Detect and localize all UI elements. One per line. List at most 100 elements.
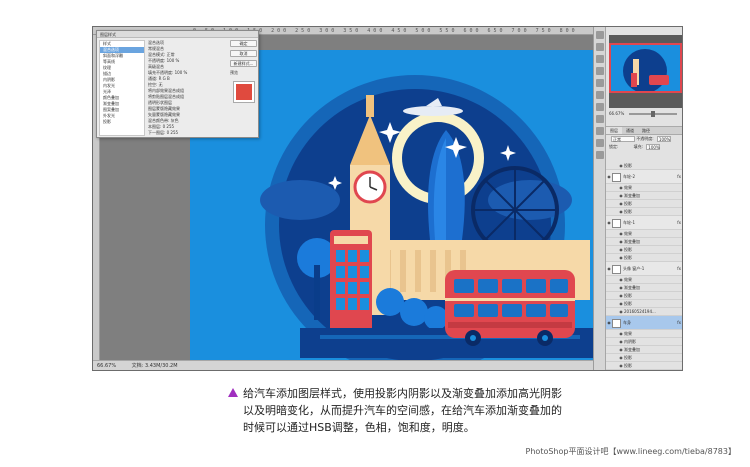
layer-thumbnail xyxy=(612,264,621,274)
layer-thumbnail xyxy=(612,218,621,228)
layer-thumbnail xyxy=(612,318,621,328)
layer-name: 投影 xyxy=(624,293,632,298)
dialog-buttons: 确定 取消 新建样式... 预览 xyxy=(230,40,257,102)
layer-effect-row[interactable]: ◉投影 xyxy=(606,354,682,362)
panel-tab[interactable]: 路径 xyxy=(638,127,654,134)
layer-effect-row[interactable]: ◉渐变叠加 xyxy=(606,238,682,246)
panel-tabs: 图层 通道 路径 xyxy=(606,126,682,135)
tool-icon[interactable] xyxy=(596,31,604,39)
layer-row[interactable]: ◉ 车轮-2 fx xyxy=(606,170,682,184)
navigator-zoom: 66.67% xyxy=(609,110,682,118)
layer-effect-row[interactable]: ◉投影 xyxy=(606,292,682,300)
tool-icon[interactable] xyxy=(596,43,604,51)
layer-name: 车轮-1 xyxy=(623,220,635,225)
style-list-item[interactable]: 投影 xyxy=(100,119,144,125)
tool-icon[interactable] xyxy=(596,91,604,99)
plane xyxy=(403,106,463,116)
tool-icon[interactable] xyxy=(596,67,604,75)
layer-effect-row[interactable]: ◉投影 xyxy=(606,246,682,254)
ok-button[interactable]: 确定 xyxy=(230,40,257,47)
layer-name: 渐变叠加 xyxy=(624,193,640,198)
layer-effect-row[interactable]: ◉效果 xyxy=(606,230,682,238)
layer-effect-row[interactable]: ◉渐变叠加 xyxy=(606,192,682,200)
layer-effect-row[interactable]: ◉投影 xyxy=(606,200,682,208)
layer-name: 20160524194... xyxy=(624,309,656,314)
status-zoom[interactable]: 66.67% xyxy=(97,363,116,369)
watermark: PhotoShop平面设计吧【www.lineeg.com/tieba/8783… xyxy=(525,447,736,456)
tool-icon[interactable] xyxy=(596,127,604,135)
layer-name: 投影 xyxy=(624,209,632,214)
layer-name: 渐变叠加 xyxy=(624,285,640,290)
layer-fx-icon[interactable]: fx xyxy=(677,370,681,371)
layer-name: 渐变叠加 xyxy=(624,239,640,244)
layer-effect-row[interactable]: ◉投影 xyxy=(606,254,682,262)
layer-name: 渐变叠加 xyxy=(624,347,640,352)
layer-effect-row[interactable]: ◉ 投影 xyxy=(606,362,682,370)
layer-name: 内阴影 xyxy=(624,339,636,344)
layer-row[interactable]: ◉ 车身 fx xyxy=(606,316,682,330)
layer-name: 车轮-2 xyxy=(623,174,635,179)
layer-thumbnail xyxy=(612,172,621,182)
layer-effect-row[interactable]: ◉渐变叠加 xyxy=(606,284,682,292)
zoom-value[interactable]: 66.67% xyxy=(609,111,624,116)
layer-effect-row[interactable]: ◉内阴影 xyxy=(606,338,682,346)
tool-column xyxy=(593,27,605,370)
layer-row[interactable]: ◉ 头像 窗户-1 fx xyxy=(606,262,682,276)
new-style-button[interactable]: 新建样式... xyxy=(230,60,257,67)
layer-name: 车身 xyxy=(623,320,631,325)
tool-icon[interactable] xyxy=(596,115,604,123)
panel-tab[interactable]: 通道 xyxy=(622,127,638,134)
layer-fx-icon[interactable]: fx xyxy=(677,216,681,230)
caption: 给汽车添加图层样式，使用投影内阴影以及渐变叠加添加高光阴影以及明暗变化，从而提升… xyxy=(228,385,563,436)
layer-name: 效果 xyxy=(624,331,632,336)
cancel-button[interactable]: 取消 xyxy=(230,50,257,57)
caption-text: 给汽车添加图层样式，使用投影内阴影以及渐变叠加添加高光阴影以及明暗变化，从而提升… xyxy=(243,387,562,434)
lock-label: 锁定: xyxy=(609,144,619,149)
layer-name: 投影 xyxy=(624,355,632,360)
zoom-slider[interactable] xyxy=(629,111,677,117)
tool-icon[interactable] xyxy=(596,55,604,63)
right-panels: 66.67% 图层 通道 路径 正常 不透明度: 100% 锁定: 填充: 100%… xyxy=(605,27,683,371)
opacity-field[interactable]: 100% xyxy=(656,136,671,142)
layer-fx-icon[interactable]: fx xyxy=(677,316,681,330)
layer-name: 投影 xyxy=(624,363,632,368)
layer-fx-icon[interactable]: fx xyxy=(677,262,681,276)
panel-tab[interactable]: 图层 xyxy=(606,127,622,134)
layer-style-dialog: 图层样式 样式 混合选项 斜面和浮雕 等高线 纹理 描边 内阴影 内发光 光泽 颜色叠加 渐变叠加图… xyxy=(96,30,259,138)
layer-effect-row[interactable]: ◉效果 xyxy=(606,330,682,338)
blending-option-row[interactable]: 下一图层: 0 255 xyxy=(148,130,228,136)
blend-mode-select[interactable]: 正常 xyxy=(611,136,635,142)
layer-controls: 正常 不透明度: 100% 锁定: 填充: 100% xyxy=(606,135,682,161)
layer-effect-row[interactable]: ◉效果 xyxy=(606,276,682,284)
preview-checkbox[interactable]: 预览 xyxy=(230,70,257,76)
screenshot-stage: 0 50 100 150 200 250 300 350 400 450 500… xyxy=(0,0,750,467)
layer-effect-row[interactable]: ◉投影 xyxy=(606,162,682,170)
style-preview-swatch xyxy=(233,82,254,102)
layer-row[interactable]: ◉车窗fx xyxy=(606,370,683,371)
tool-icon[interactable] xyxy=(596,103,604,111)
layer-effect-row[interactable]: ◉投影 xyxy=(606,208,682,216)
status-doc-size: 文档: 3.43M/30.2M xyxy=(131,363,178,369)
layer-effect-row[interactable]: ◉20160524194... xyxy=(606,308,682,316)
visibility-eye-icon[interactable]: ◉ xyxy=(606,370,612,371)
status-bar: 66.67% 文档: 3.43M/30.2M xyxy=(93,360,593,370)
layer-name: 投影 xyxy=(624,247,632,252)
tool-icon[interactable] xyxy=(596,139,604,147)
fill-label: 填充: xyxy=(633,144,643,149)
layer-name: 投影 xyxy=(624,255,632,260)
layer-name: 投影 xyxy=(624,163,632,168)
triangle-bullet-icon xyxy=(228,388,238,397)
layer-effect-row[interactable]: ◉渐变叠加 xyxy=(606,346,682,354)
layer-effect-row[interactable]: ◉效果 xyxy=(606,184,682,192)
tool-icon[interactable] xyxy=(596,151,604,159)
layer-effect-row[interactable]: ◉投影 xyxy=(606,300,682,308)
navigator-thumbnail[interactable] xyxy=(609,35,682,108)
layer-name: 投影 xyxy=(624,201,632,206)
layer-list: ◉投影 ◉ 车轮-2 fx ◉效果 ◉渐变叠加 ◉投影 ◉投影 ◉ 车轮-1 fx ◉效果 ◉渐变叠加 ◉… xyxy=(606,162,683,371)
navigator-preview xyxy=(611,45,680,91)
layer-row[interactable]: ◉ 车轮-1 fx xyxy=(606,216,682,230)
layer-fx-icon[interactable]: fx xyxy=(677,170,681,184)
tool-icon[interactable] xyxy=(596,79,604,87)
layer-name: 投影 xyxy=(624,301,632,306)
fill-field[interactable]: 100% xyxy=(646,144,661,150)
